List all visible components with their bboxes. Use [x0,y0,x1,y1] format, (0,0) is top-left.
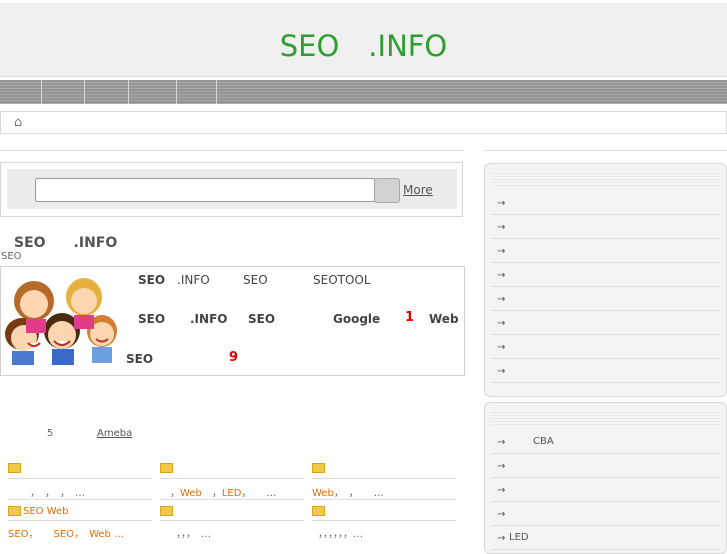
sidebar-item[interactable]: → [491,453,720,478]
sidebar-item[interactable]: → [491,501,720,526]
intro-text: Google [333,312,381,326]
sidebar-item[interactable]: → [491,334,720,359]
nav-separator [128,80,129,104]
folder-icon [312,463,327,474]
sidebar-item[interactable]: → [491,214,720,239]
news-category-title[interactable]: SEO Web [8,506,69,517]
sidebar-box-2: → CBA → → → → LED [484,402,727,554]
divider [312,499,456,500]
intro-text: SEOTOOL [313,273,371,287]
divider [160,499,304,500]
site-title[interactable]: SEO .INFO [0,23,727,65]
site-header: SEO .INFO [0,3,727,77]
sidebar-item[interactable]: → [491,190,720,215]
sidebar-item[interactable]: → [491,358,720,383]
divider [312,520,456,521]
sidebar-item[interactable]: → LED [491,525,720,550]
folder-icon [160,463,175,474]
main-nav [0,80,727,104]
news-snippet[interactable]: ， ， ， … [30,484,85,499]
sidebar-box-1: → → → → → → → → [484,163,727,397]
intro-highlight-number: 9 [229,350,239,365]
divider [484,150,727,151]
intro-subtitle: SEO [1,251,22,262]
intro-text: .INFO [190,312,228,326]
news-snippet[interactable]: Web， ， … [312,484,384,499]
search-input[interactable] [35,178,375,202]
nav-separator [41,80,42,104]
intro-text: SEO [243,273,268,287]
nav-separator [176,80,177,104]
intro-box: SEO .INFO SEO SEOTOOL SEO .INFO SEO Goog… [0,266,465,376]
news-snippet[interactable]: ，，，，，，… [318,525,363,540]
sidebar-box-header [491,172,720,186]
folder-icon [8,463,23,474]
search-box: More [0,162,463,217]
divider [8,520,152,521]
sidebar-box-header [491,411,720,425]
sidebar-item[interactable]: → [491,477,720,502]
mascot-illustration [5,278,117,365]
divider [0,150,463,151]
divider [8,499,152,500]
intro-text: SEO [248,312,276,326]
folder-icon [8,506,21,516]
nav-separator [216,80,217,104]
sidebar-item[interactable]: → CBA [491,429,720,454]
breadcrumb: ⌂ [0,111,727,134]
divider [160,478,304,479]
more-link[interactable]: More [403,183,433,197]
folder-icon [160,506,175,517]
sidebar-item[interactable]: → [491,310,720,335]
intro-text: Web [429,312,459,326]
ameba-link[interactable]: Ameba [97,428,132,439]
divider [312,478,456,479]
sidebar-item[interactable]: → [491,262,720,287]
news-snippet[interactable]: ，Web ，LED， … [170,484,276,499]
sidebar-item[interactable]: → [491,238,720,263]
divider [8,478,152,479]
news-snippet[interactable]: ，，， … [176,525,211,540]
intro-text: SEO [138,312,166,326]
intro-text: SEO [126,352,154,366]
search-panel: More [7,169,457,209]
divider [160,520,304,521]
intro-highlight-number: 1 [405,310,415,325]
intro-title: SEO .INFO [14,235,118,251]
news-snippet[interactable]: SEO， SEO， Web … [8,525,124,540]
search-button[interactable] [374,178,400,203]
intro-text: .INFO [177,273,210,287]
news-count: 5 [47,428,54,439]
sidebar-item[interactable]: → [491,286,720,311]
intro-text: SEO [138,273,166,287]
home-icon[interactable]: ⌂ [14,115,22,130]
nav-separator [84,80,85,104]
folder-icon [312,506,327,517]
